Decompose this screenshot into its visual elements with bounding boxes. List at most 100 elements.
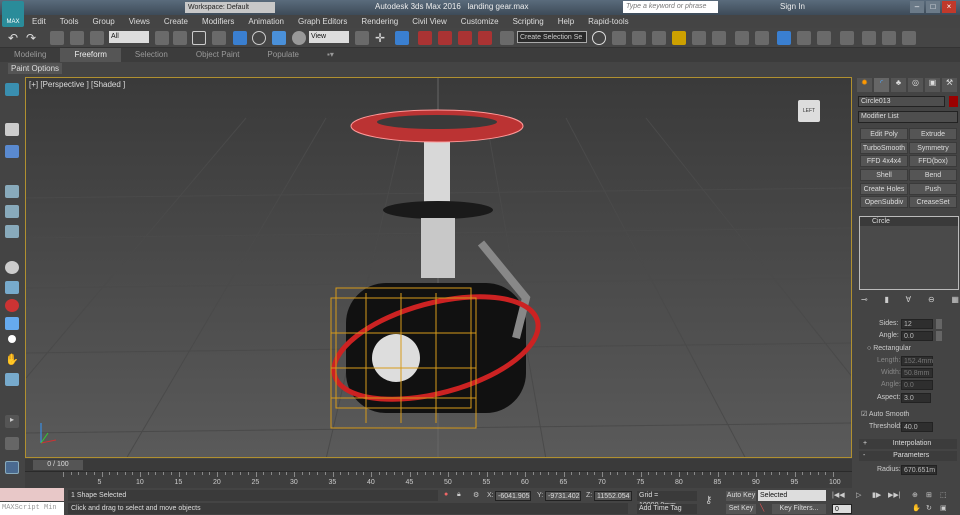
rectangular-selection-icon[interactable] bbox=[192, 31, 206, 45]
next-frame-icon[interactable]: ▮▶ bbox=[872, 491, 881, 499]
time-slider[interactable]: 0 / 100 bbox=[25, 459, 852, 471]
y-coordinate-field[interactable]: -9731.402 bbox=[545, 491, 581, 501]
render-icon[interactable] bbox=[777, 31, 791, 45]
modifier-opensubdiv-button[interactable]: OpenSubdiv bbox=[860, 196, 908, 208]
zoom-all-icon[interactable]: ⊞ bbox=[926, 491, 932, 499]
zoom-extents-icon[interactable]: ⬚ bbox=[940, 491, 947, 499]
angle-field[interactable]: 0.0 bbox=[901, 331, 933, 341]
utilities-tab-icon[interactable]: ⚒ bbox=[942, 78, 957, 92]
reference-coordinate-dropdown[interactable]: View bbox=[309, 31, 349, 43]
select-by-name-icon[interactable] bbox=[173, 31, 187, 45]
select-move-icon[interactable] bbox=[233, 31, 247, 45]
dot-icon[interactable] bbox=[8, 335, 16, 343]
lock-icon[interactable]: 🔒︎ bbox=[457, 491, 461, 499]
minimize-button[interactable]: – bbox=[910, 1, 924, 13]
menu-group[interactable]: Group bbox=[85, 15, 121, 28]
modifier-ffd-4x4x4-button[interactable]: FFD 4x4x4 bbox=[860, 155, 908, 167]
rectangular-radio[interactable]: ○ Rectangular bbox=[867, 345, 911, 352]
default-in-out-tangent-icon[interactable]: ╲ bbox=[760, 504, 764, 512]
maximize-viewport-icon[interactable]: ▣ bbox=[940, 504, 947, 512]
tab-modeling[interactable]: Modeling bbox=[0, 48, 60, 62]
shirt-icon[interactable] bbox=[5, 123, 19, 136]
motion-tab-icon[interactable]: ◎ bbox=[908, 78, 923, 92]
pin-stack-icon[interactable]: ⊸ bbox=[861, 295, 868, 305]
menu-views[interactable]: Views bbox=[122, 15, 157, 28]
modifier-creaseset-button[interactable]: CreaseSet bbox=[909, 196, 957, 208]
angle2-field[interactable]: 0.0 bbox=[901, 380, 933, 390]
modifier-bend-button[interactable]: Bend bbox=[909, 169, 957, 181]
select-object-icon[interactable] bbox=[155, 31, 169, 45]
mirror-icon[interactable] bbox=[592, 31, 606, 45]
tab-object-paint[interactable]: Object Paint bbox=[182, 48, 254, 62]
percent-snap-icon[interactable] bbox=[458, 31, 472, 45]
render-frame-icon[interactable] bbox=[755, 31, 769, 45]
brush-icon[interactable] bbox=[5, 225, 19, 238]
radius-field[interactable]: 670.651m bbox=[901, 465, 937, 475]
polydraw-icon[interactable] bbox=[5, 205, 19, 218]
object-name-field[interactable]: Circle013 bbox=[858, 96, 945, 107]
schematic-view-icon[interactable] bbox=[692, 31, 706, 45]
absolute-mode-icon[interactable]: ⚙ bbox=[473, 491, 479, 499]
tab-populate[interactable]: Populate bbox=[253, 48, 313, 62]
material-editor-icon[interactable] bbox=[712, 31, 726, 45]
activeshade-icon[interactable] bbox=[817, 31, 831, 45]
menu-create[interactable]: Create bbox=[157, 15, 195, 28]
maxscript-mini-listener[interactable]: MAXScript Min bbox=[0, 502, 64, 515]
menu-tools[interactable]: Tools bbox=[53, 15, 86, 28]
menu-help[interactable]: Help bbox=[551, 15, 581, 28]
window-crossing-icon[interactable] bbox=[212, 31, 226, 45]
pan-icon[interactable]: ✋ bbox=[912, 504, 921, 512]
hierarchy-tab-icon[interactable]: ♣ bbox=[891, 78, 906, 92]
menu-graph-editors[interactable]: Graph Editors bbox=[291, 15, 354, 28]
toggle-ribbon-icon[interactable] bbox=[652, 31, 666, 45]
play-icon[interactable]: ▷ bbox=[856, 491, 861, 499]
length-field[interactable]: 152.4mm bbox=[901, 356, 933, 366]
auto-key-button[interactable]: Auto Key bbox=[726, 491, 756, 501]
display-tab-icon[interactable]: ▣ bbox=[925, 78, 940, 92]
tab-selection[interactable]: Selection bbox=[121, 48, 182, 62]
modifier-symmetry-button[interactable]: Symmetry bbox=[909, 142, 957, 154]
select-rotate-icon[interactable] bbox=[252, 31, 266, 45]
paint-options-panel[interactable]: Paint Options bbox=[8, 63, 63, 74]
modify-tab-icon[interactable]: ◜ bbox=[874, 78, 889, 92]
layer-icon[interactable] bbox=[632, 31, 646, 45]
select-scale-icon[interactable] bbox=[272, 31, 286, 45]
selection-filter-dropdown[interactable]: All bbox=[109, 31, 149, 43]
add-time-tag-button[interactable]: Add Time Tag bbox=[637, 504, 697, 514]
key-icon[interactable]: ⚷ bbox=[705, 495, 712, 506]
menu-rendering[interactable]: Rendering bbox=[354, 15, 405, 28]
place-icon[interactable] bbox=[292, 31, 306, 45]
viewport-layout-icon[interactable] bbox=[5, 461, 19, 474]
curve-editor-icon[interactable] bbox=[672, 31, 686, 45]
teapot-icon[interactable] bbox=[902, 31, 916, 45]
render-iterative-icon[interactable] bbox=[797, 31, 811, 45]
spinner-snap-icon[interactable] bbox=[478, 31, 492, 45]
search-input[interactable]: Type a keyword or phrase bbox=[623, 1, 718, 13]
modifier-turbosmooth-button[interactable]: TurboSmooth bbox=[860, 142, 908, 154]
threshold-field[interactable]: 40.0 bbox=[901, 422, 933, 432]
unlink-icon[interactable] bbox=[70, 31, 84, 45]
width-field[interactable]: 50.8mm bbox=[901, 368, 933, 378]
close-button[interactable]: × bbox=[942, 1, 956, 13]
edit-named-selection-icon[interactable] bbox=[500, 31, 514, 45]
parameters-rollout[interactable]: - Parameters bbox=[859, 451, 957, 461]
sign-in-button[interactable]: Sign In bbox=[780, 2, 805, 11]
align-icon[interactable] bbox=[612, 31, 626, 45]
snap-3d-icon[interactable] bbox=[418, 31, 432, 45]
z-coordinate-field[interactable]: 11552.054 bbox=[594, 491, 632, 501]
sides-spinner[interactable] bbox=[936, 319, 942, 329]
viewport-label[interactable]: [+] [Perspective ] [Shaded ] bbox=[29, 80, 125, 89]
go-to-end-icon[interactable]: ▶▶| bbox=[888, 491, 901, 499]
pivot-icon[interactable] bbox=[355, 31, 369, 45]
bind-spacewarp-icon[interactable] bbox=[90, 31, 104, 45]
set-key-button[interactable]: Set Key bbox=[726, 504, 756, 514]
track-bar[interactable]: 5 10 15 20 25 30 35 40 45 50 55 60 65 70 75 80 85 90 95 100 bbox=[25, 471, 852, 488]
modifier-ffd-box-button[interactable]: FFD(box) bbox=[909, 155, 957, 167]
menu-modifiers[interactable]: Modifiers bbox=[195, 15, 241, 28]
auto-smooth-checkbox[interactable]: ☑ Auto Smooth bbox=[861, 410, 909, 418]
key-mode-dropdown[interactable]: Selected bbox=[758, 490, 826, 501]
edit-icon[interactable] bbox=[5, 185, 19, 198]
menu-scripting[interactable]: Scripting bbox=[506, 15, 551, 28]
aspect-field[interactable]: 3.0 bbox=[901, 393, 931, 403]
maximize-button[interactable]: □ bbox=[926, 1, 940, 13]
